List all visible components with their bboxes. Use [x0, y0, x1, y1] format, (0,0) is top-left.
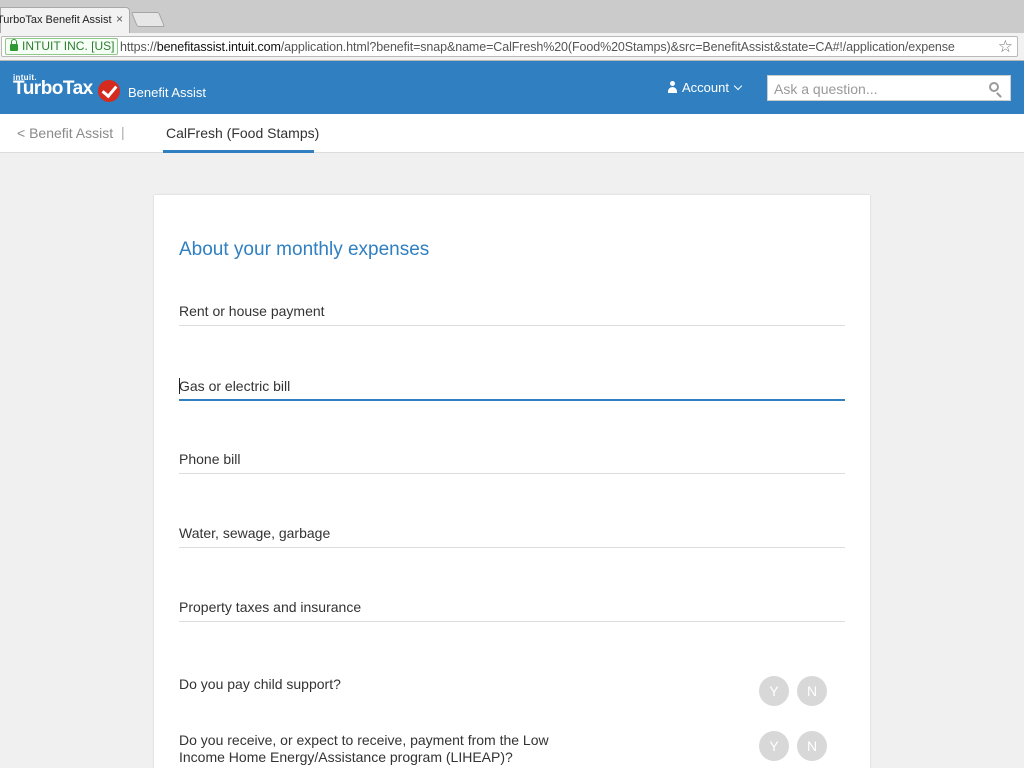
phone-field [179, 446, 845, 474]
account-label: Account [682, 80, 729, 95]
search-input[interactable] [774, 80, 974, 98]
ev-certificate-label: INTUIT INC. [US] [22, 39, 115, 53]
water-input[interactable] [179, 520, 845, 546]
gas-electric-field [179, 373, 845, 401]
page-title: About your monthly expenses [179, 239, 430, 260]
child-support-no-button[interactable]: N [797, 676, 827, 706]
search-icon[interactable] [989, 82, 999, 92]
browser-tab[interactable]: TurboTax Benefit Assist × [0, 7, 130, 33]
checkmark-icon [98, 80, 120, 102]
ev-certificate-badge[interactable]: INTUIT INC. [US] [5, 38, 119, 55]
browser-tab-title: TurboTax Benefit Assist [0, 14, 112, 26]
nav-separator: | [121, 124, 125, 140]
expenses-form-card: About your monthly expenses Do you pay c… [154, 195, 870, 768]
lock-icon [10, 39, 18, 51]
bookmark-star-icon[interactable]: ☆ [998, 37, 1013, 56]
tab-calfresh-label: CalFresh (Food Stamps) [166, 125, 320, 141]
search-box [767, 75, 1011, 101]
back-link[interactable]: < Benefit Assist [17, 125, 113, 141]
browser-tab-strip: TurboTax Benefit Assist × [0, 0, 1024, 33]
omnibox[interactable]: INTUIT INC. [US] https://benefitassist.i… [1, 36, 1018, 57]
new-tab-button[interactable] [130, 12, 166, 27]
url-path: /application.html?benefit=snap&name=CalF… [280, 40, 955, 54]
url-text[interactable]: https://benefitassist.intuit.com/applica… [120, 40, 955, 54]
text-caret [179, 378, 180, 394]
water-field [179, 520, 845, 548]
gas-electric-input[interactable] [179, 373, 845, 399]
child-support-question: Do you pay child support? [179, 676, 341, 692]
product-name: Benefit Assist [128, 85, 207, 100]
tab-calfresh[interactable]: CalFresh (Food Stamps) [163, 114, 319, 153]
turbotax-wordmark: TurboTax [13, 78, 93, 99]
url-host: benefitassist.intuit.com [156, 40, 281, 54]
close-icon[interactable]: × [116, 12, 123, 26]
property-tax-input[interactable] [179, 594, 845, 620]
rent-field [179, 298, 845, 326]
chevron-down-icon [733, 81, 743, 91]
person-icon [667, 81, 678, 93]
property-tax-field [179, 594, 845, 622]
liheap-no-button[interactable]: N [797, 731, 827, 761]
rent-input[interactable] [179, 298, 845, 324]
liheap-question: Do you receive, or expect to receive, pa… [179, 732, 549, 765]
phone-input[interactable] [179, 446, 845, 472]
liheap-yes-button[interactable]: Y [759, 731, 789, 761]
sub-navigation: < Benefit Assist | CalFresh (Food Stamps… [0, 114, 1024, 153]
address-bar: INTUIT INC. [US] https://benefitassist.i… [0, 33, 1024, 61]
account-menu[interactable]: Account [667, 80, 743, 95]
child-support-yes-button[interactable]: Y [759, 676, 789, 706]
url-scheme: https:// [120, 40, 157, 54]
